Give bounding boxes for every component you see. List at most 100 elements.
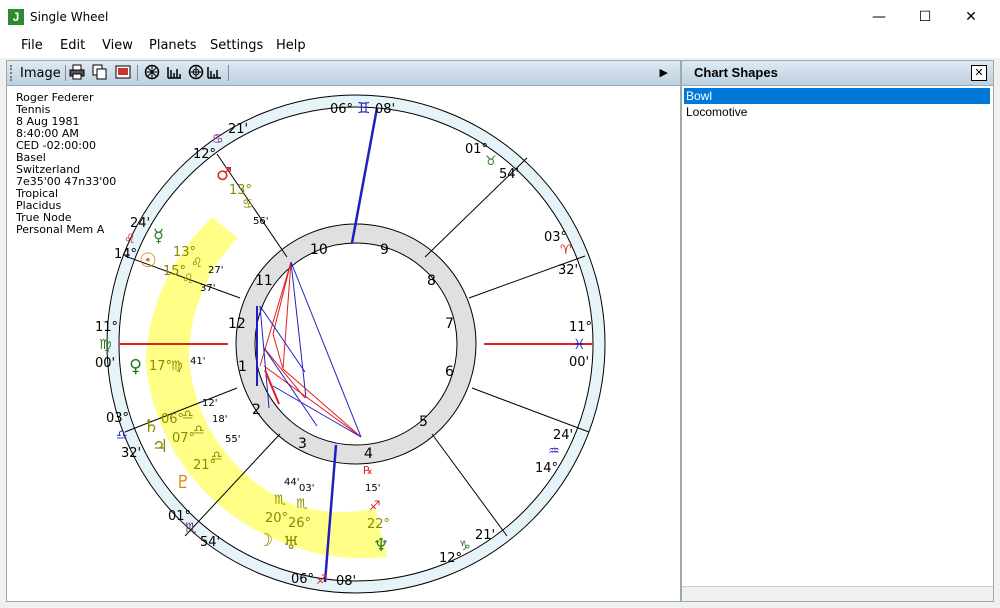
cusp-degree: 14° — [114, 247, 137, 262]
cusp-minute: 54' — [499, 167, 519, 182]
maximize-button[interactable]: ☐ — [902, 0, 948, 34]
aries-icon: ♈ — [560, 243, 572, 258]
toolbar-image-label: Image — [20, 66, 61, 81]
scorpio-icon: ♏ — [274, 493, 286, 508]
mercury-icon[interactable]: ☿ — [153, 226, 164, 247]
planet-degree: 26° — [288, 516, 311, 531]
planet-degree: 07° — [172, 431, 195, 446]
app-icon: J — [8, 9, 24, 25]
cusp-degree: 06° — [291, 572, 314, 587]
cusp-degree: 21' — [475, 528, 495, 543]
cusp-minute: 14° — [535, 461, 558, 476]
menu-bar: File Edit View Planets Settings Help — [0, 34, 1000, 58]
planet-minute: 56' — [253, 216, 268, 227]
sagittarius-icon: ♐ — [369, 499, 381, 514]
bar-graph-icon[interactable] — [205, 64, 223, 82]
bar-chart-icon[interactable] — [165, 64, 183, 82]
cusp-minute: 54' — [200, 535, 220, 550]
window-title: Single Wheel — [30, 10, 109, 24]
menu-file[interactable]: File — [21, 38, 43, 53]
libra-icon: ♎ — [211, 449, 223, 464]
horizontal-scrollbar[interactable] — [682, 586, 993, 601]
menu-view[interactable]: View — [102, 38, 133, 53]
planet-degree: 20° — [265, 511, 288, 526]
image-toolbar: Image ▶ — [7, 61, 680, 86]
list-item[interactable]: Bowl — [684, 88, 990, 104]
copy-icon[interactable] — [91, 64, 109, 82]
planet-degree: 17° — [149, 359, 172, 374]
planet-minute: 44' — [284, 477, 299, 488]
planet-minute: 03' — [299, 483, 314, 494]
house-number: 5 — [419, 414, 428, 430]
gemini-icon: ♊ — [357, 99, 370, 117]
house-number: 9 — [380, 242, 389, 258]
planet-minute: 27' — [208, 265, 223, 276]
list-item[interactable]: Locomotive — [684, 104, 990, 120]
save-image-icon[interactable] — [114, 64, 132, 82]
cusp-degree: 12° — [193, 147, 216, 162]
house-number: 7 — [445, 316, 454, 332]
minimize-button[interactable]: — — [856, 0, 902, 34]
planet-degree: 06° — [161, 412, 184, 427]
menu-planets[interactable]: Planets — [149, 38, 197, 53]
menu-settings[interactable]: Settings — [210, 38, 263, 53]
pisces-icon: ♓ — [573, 337, 586, 353]
scorpio-icon: ♏ — [185, 521, 197, 536]
cusp-degree: 11° — [95, 320, 118, 335]
cusp-minute: 32' — [558, 263, 578, 278]
taurus-icon: ♉ — [485, 154, 497, 169]
close-button[interactable]: ✕ — [948, 0, 994, 34]
planet-minute: 37' — [200, 283, 215, 294]
saturn-icon[interactable]: ♄ — [143, 416, 159, 437]
house-number: 10 — [310, 242, 328, 258]
astrology-wheel: 1 2 3 4 5 6 7 8 9 10 11 12 06° ♊ 08' 01°… — [95, 94, 606, 594]
menu-edit[interactable]: Edit — [60, 38, 85, 53]
cusp-minute: 08' — [375, 102, 395, 117]
cusp-minute: 32' — [121, 446, 141, 461]
toolbar-overflow-arrow[interactable]: ▶ — [660, 66, 668, 79]
cusp-degree: 06° — [330, 102, 353, 117]
menu-help[interactable]: Help — [276, 38, 306, 53]
toolbar-grip[interactable] — [10, 65, 14, 81]
moon-icon[interactable]: ☽ — [257, 530, 273, 551]
pluto-icon[interactable]: ♇ — [175, 472, 191, 493]
cusp-minute: 21' — [228, 122, 248, 137]
house-number: 1 — [238, 359, 247, 375]
sagittarius-icon: ♐ — [316, 573, 328, 588]
aquarius-icon: ♒ — [548, 444, 560, 459]
cusp-minute: 00' — [95, 356, 115, 371]
panel-header: Chart Shapes ✕ — [682, 61, 993, 86]
venus-icon[interactable]: ♀ — [129, 356, 142, 377]
toolbar-separator — [228, 65, 229, 81]
leo-icon: ♌ — [124, 232, 136, 247]
virgo-icon: ♍ — [99, 337, 112, 353]
cusp-degree: 03° — [106, 411, 129, 426]
print-icon[interactable] — [68, 64, 86, 82]
libra-icon: ♎ — [193, 423, 205, 438]
planet-minute: 15' — [365, 483, 380, 494]
panel-close-icon[interactable]: ✕ — [971, 65, 987, 81]
house-number: 4 — [364, 446, 373, 462]
toolbar-separator — [65, 65, 66, 81]
cusp-minute: 12° — [439, 551, 462, 566]
sun-icon[interactable]: ☉ — [139, 248, 157, 272]
biwheel-icon[interactable] — [187, 64, 205, 82]
shape-list: Bowl Locomotive — [684, 88, 990, 120]
title-bar: J Single Wheel — ☐ ✕ — [0, 0, 1000, 34]
uranus-icon[interactable]: ♅ — [283, 533, 299, 554]
jupiter-icon[interactable]: ♃ — [152, 436, 168, 457]
toolbar-separator — [137, 65, 138, 81]
cusp-degree: 24' — [553, 428, 573, 443]
neptune-icon[interactable]: ♆ — [373, 535, 389, 556]
leo-icon: ♌ — [191, 256, 203, 271]
leo-icon: ♌ — [182, 272, 194, 287]
libra-icon: ♎ — [116, 428, 128, 443]
planet-minute: 18' — [212, 414, 227, 425]
planet-minute: 41' — [190, 356, 205, 367]
mars-icon[interactable]: ♂ — [216, 164, 232, 185]
cusp-degree: 11° — [569, 320, 592, 335]
wheel-icon[interactable] — [143, 64, 161, 82]
house-number: 11 — [255, 273, 273, 289]
virgo-icon: ♍ — [171, 359, 183, 374]
cusp-minute: 08' — [336, 574, 356, 589]
